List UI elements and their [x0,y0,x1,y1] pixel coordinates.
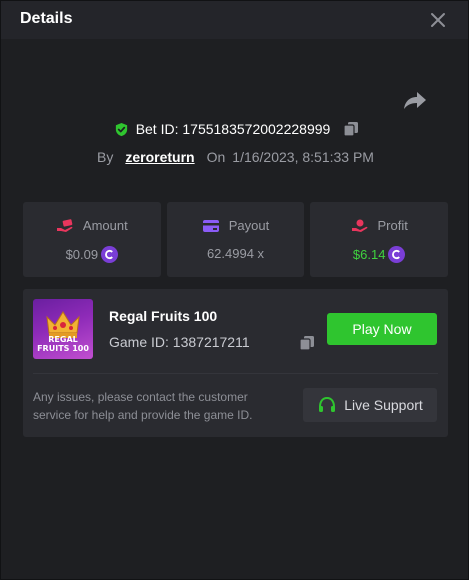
game-id: Game ID: 1387217211 [109,334,250,350]
close-button[interactable] [428,10,448,30]
bet-id: Bet ID: 1755183572002228999 [135,121,331,137]
bet-stats: Amount $0.09 Payout 62.4994 x Profit $6.… [23,202,449,277]
support-message: Any issues, please contact the customer … [33,390,253,422]
money-hand-icon [56,218,73,232]
copy-bet-id-icon[interactable] [343,121,359,137]
copy-game-id-icon[interactable] [299,335,315,351]
live-support-label: Live Support [344,397,423,413]
game-name: Regal Fruits 100 [109,308,218,324]
stat-payout: Payout 62.4994 x [166,202,305,277]
bet-details-modal: Details Bet ID: 1755183572002228999 By z… [0,0,469,580]
share-button[interactable] [403,89,427,111]
game-thumbnail-title: REGAL FRUITS 100 [37,335,89,353]
by-label: By [97,149,114,165]
stat-profit-label: Profit [377,218,408,233]
profit-hand-icon [351,219,367,232]
coin-icon [101,246,119,263]
headset-icon [319,396,336,412]
bet-id-row: Bet ID: 1755183572002228999 [1,121,469,137]
verified-shield-icon [115,122,127,136]
play-now-button[interactable]: Play Now [327,313,437,345]
modal-header: Details [1,1,468,39]
bet-datetime: 1/16/2023, 8:51:33 PM [232,149,374,165]
game-thumbnail[interactable]: REGAL FRUITS 100 [33,299,93,359]
coin-icon [388,246,406,263]
divider [33,373,438,374]
username-link[interactable]: zeroreturn [125,149,194,165]
stat-amount-label: Amount [82,218,128,233]
on-label: On [206,149,226,165]
live-support-button[interactable]: Live Support [303,388,437,422]
stat-profit-value: $6.14 [352,247,386,262]
card-icon [202,219,219,232]
stat-amount: Amount $0.09 [23,202,161,277]
stat-amount-value: $0.09 [65,247,99,262]
stat-payout-label: Payout [228,218,270,233]
modal-title: Details [20,10,73,27]
game-card: REGAL FRUITS 100 Regal Fruits 100 Game I… [23,289,448,437]
bet-meta-row: By zeroreturn On 1/16/2023, 8:51:33 PM [1,149,469,165]
stat-payout-value: 62.4994 x [206,246,265,261]
stat-profit: Profit $6.14 [310,202,449,277]
close-icon [431,13,445,27]
share-icon [404,92,426,109]
